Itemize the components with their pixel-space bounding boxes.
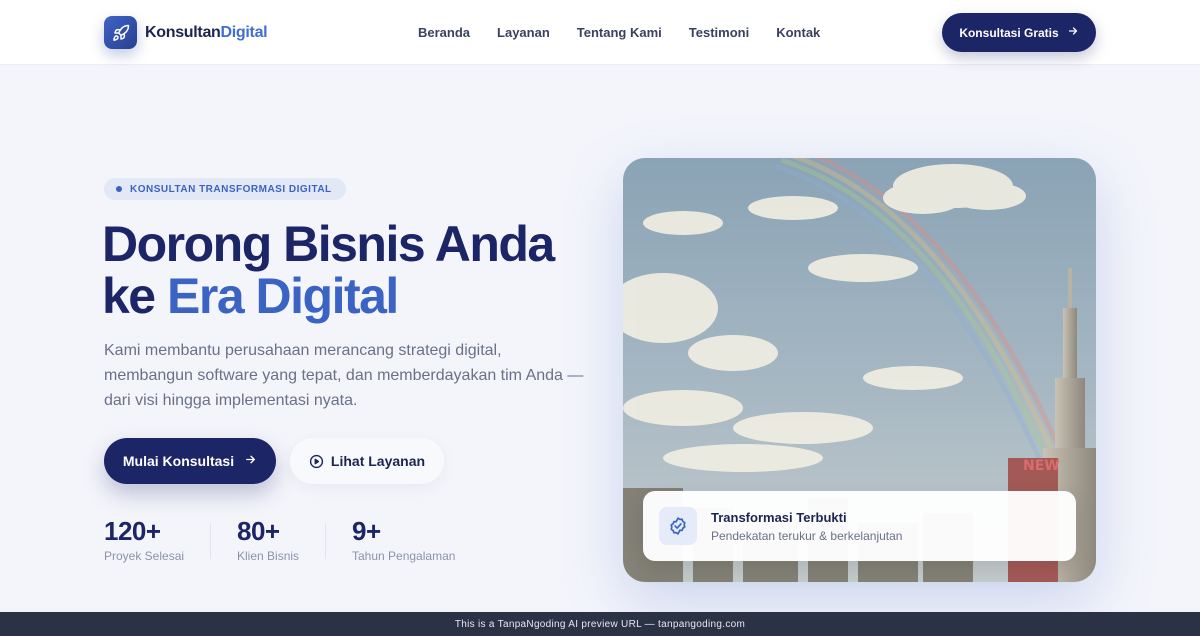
brand-name: KonsultanDigital <box>145 23 268 42</box>
headline-line1: Dorong Bisnis Anda <box>102 216 555 272</box>
info-card: Transformasi Terbukti Pendekatan terukur… <box>643 491 1076 561</box>
nav-link-beranda[interactable]: Beranda <box>418 25 470 40</box>
preview-banner: This is a TanpaNgoding AI preview URL — … <box>0 612 1200 636</box>
info-card-subtitle: Pendekatan terukur & berkelanjutan <box>711 528 903 543</box>
preview-banner-text[interactable]: This is a TanpaNgoding AI preview URL — … <box>455 619 745 630</box>
stat-divider <box>325 523 326 559</box>
mulai-konsultasi-button[interactable]: Mulai Konsultasi <box>104 438 276 484</box>
rocket-icon <box>104 16 137 49</box>
mulai-konsultasi-label: Mulai Konsultasi <box>122 453 235 469</box>
stat-value: 120+ <box>104 516 161 546</box>
stat-divider <box>210 523 211 559</box>
arrow-right-icon <box>1067 25 1079 40</box>
arrow-right-icon <box>244 453 257 469</box>
stat-value: 9+ <box>352 516 381 546</box>
nav-link-testimoni[interactable]: Testimoni <box>689 25 749 40</box>
brand-name-part2: Digital <box>220 23 268 41</box>
nav-link-tentang-kami[interactable]: Tentang Kami <box>577 25 662 40</box>
nav-menu: Beranda Layanan Tentang Kami Testimoni K… <box>418 25 847 40</box>
brand-name-part1: Konsultan <box>145 23 221 41</box>
stat-tahun-pengalaman: 9+ Tahun Pengalaman <box>352 516 455 563</box>
konsultasi-gratis-label: Konsultasi Gratis <box>959 25 1059 40</box>
headline-line2-prefix: ke <box>102 268 156 324</box>
nav-link-kontak[interactable]: Kontak <box>776 25 820 40</box>
lihat-layanan-label: Lihat Layanan <box>330 453 426 469</box>
nav-link-layanan[interactable]: Layanan <box>497 25 550 40</box>
konsultasi-gratis-button[interactable]: Konsultasi Gratis <box>942 13 1096 52</box>
brand-logo-link[interactable]: KonsultanDigital <box>104 16 268 49</box>
svg-text:NEW: NEW <box>1023 458 1060 474</box>
stat-value: 80+ <box>237 516 280 546</box>
stat-klien-bisnis: 80+ Klien Bisnis <box>237 516 299 563</box>
navbar: KonsultanDigital Beranda Layanan Tentang… <box>0 0 1200 65</box>
hero-subtext: Kami membantu perusahaan merancang strat… <box>104 342 584 409</box>
hero-headline: Dorong Bisnis Anda ke Era Digital <box>102 218 602 322</box>
play-circle-icon <box>309 454 324 469</box>
hero-badge-label: KONSULTAN TRANSFORMASI DIGITAL <box>130 183 332 195</box>
stat-label: Tahun Pengalaman <box>352 549 456 563</box>
stat-label: Klien Bisnis <box>237 549 300 563</box>
info-card-text: Transformasi Terbukti Pendekatan terukur… <box>711 510 902 543</box>
verified-badge-icon <box>659 507 697 545</box>
stat-label: Proyek Selesai <box>104 549 185 563</box>
info-card-title: Transformasi Terbukti <box>711 509 847 525</box>
lihat-layanan-button[interactable]: Lihat Layanan <box>290 438 444 484</box>
hero-badge: KONSULTAN TRANSFORMASI DIGITAL <box>104 178 346 200</box>
stat-proyek-selesai: 120+ Proyek Selesai <box>104 516 184 563</box>
headline-line2: ke Era Digital <box>102 270 602 322</box>
headline-line2-accent: Era Digital <box>167 268 399 324</box>
badge-dot-icon <box>116 186 122 192</box>
